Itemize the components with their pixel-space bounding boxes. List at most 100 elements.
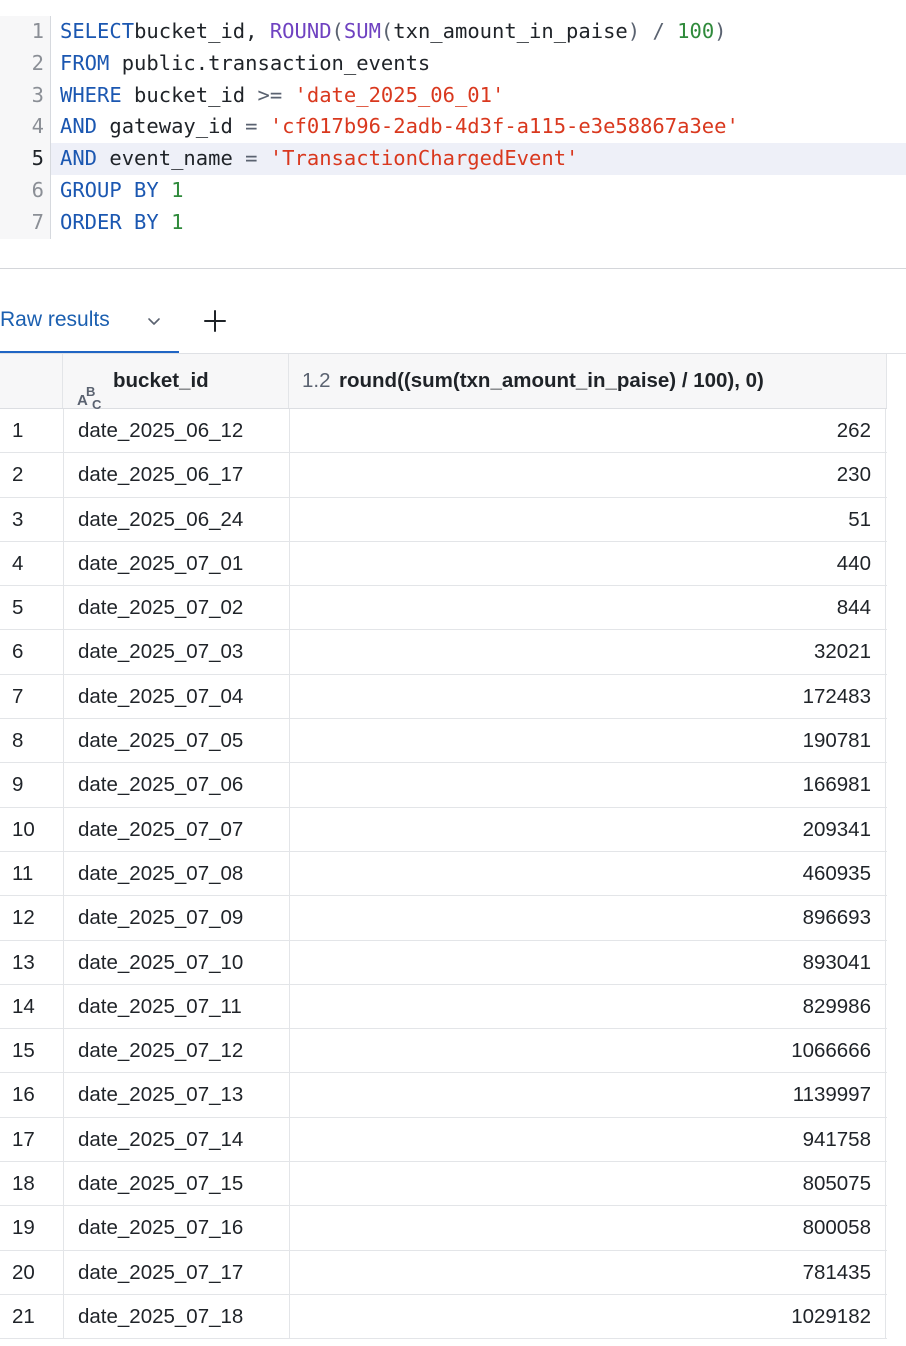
cell-round-value[interactable]: 805075	[289, 1162, 886, 1206]
sql-editor[interactable]: 1 SELECTbucket_id, ROUND(SUM(txn_amount_i…	[0, 16, 906, 239]
row-index: 14	[12, 994, 35, 1018]
code-line[interactable]: 5 AND event_name = 'TransactionChargedEve…	[0, 143, 906, 175]
table-row[interactable]: 20 date_2025_07_17 781435	[0, 1250, 887, 1295]
cell-round-value[interactable]: 440	[289, 541, 886, 586]
cell-round-value[interactable]: 941758	[289, 1117, 886, 1162]
table-row[interactable]: 11 date_2025_07_08 460935	[0, 851, 887, 897]
gutter-divider	[50, 47, 51, 80]
row-index: 7	[12, 684, 24, 708]
table-row[interactable]: 16 date_2025_07_13 1139997	[0, 1073, 887, 1118]
code-line[interactable]: 7 ORDER BY 1	[0, 206, 906, 239]
gutter-divider	[50, 111, 51, 144]
cell-round-value[interactable]: 844	[289, 586, 886, 630]
cell-round-value[interactable]: 51	[289, 497, 886, 541]
table-row[interactable]: 7 date_2025_07_04 172483	[0, 674, 887, 720]
line-number: 1	[31, 19, 44, 43]
table-row[interactable]: 5 date_2025_07_02 844	[0, 586, 887, 631]
table-row[interactable]: 2 date_2025_06_17 230	[0, 453, 887, 498]
column-header-round[interactable]: 1.2 round((sum(txn_amount_in_paise) / 10…	[289, 354, 887, 408]
table-row[interactable]: 4 date_2025_07_01 440	[0, 541, 887, 587]
cell-bucket-id[interactable]: date_2025_07_06	[63, 763, 288, 807]
code-token: FROM	[60, 50, 110, 75]
cell-bucket-id[interactable]: date_2025_07_07	[63, 807, 288, 851]
code-line[interactable]: 6 GROUP BY 1	[0, 174, 906, 207]
code-token: >=	[257, 82, 283, 107]
cell-bucket-id[interactable]: date_2025_07_16	[63, 1206, 288, 1250]
cell-bucket-id[interactable]: date_2025_07_01	[63, 541, 288, 586]
chevron-down-icon[interactable]	[147, 314, 161, 328]
cell-round-value[interactable]: 781435	[289, 1250, 886, 1294]
code-line[interactable]: 4 AND gateway_id = 'cf017b96-2adb-4d3f-a1…	[0, 111, 906, 144]
cell-bucket-id[interactable]: date_2025_07_18	[63, 1294, 288, 1339]
table-row[interactable]: 14 date_2025_07_11 829986	[0, 984, 887, 1030]
column-header-bucket-id[interactable]: ABC bucket_id	[63, 354, 289, 412]
cell-round-value[interactable]: 172483	[289, 674, 886, 719]
table-row[interactable]: 21 date_2025_07_18 1029182	[0, 1294, 887, 1340]
table-row[interactable]: 12 date_2025_07_09 896693	[0, 896, 887, 941]
cell-round-value[interactable]: 1066666	[289, 1029, 886, 1073]
cell-round-value[interactable]: 230	[289, 453, 886, 497]
plus-icon[interactable]	[200, 306, 230, 336]
cell-bucket-id[interactable]: date_2025_07_14	[63, 1117, 288, 1162]
table-row[interactable]: 8 date_2025_07_05 190781	[0, 719, 887, 764]
gutter-divider	[50, 16, 51, 48]
cell-round-value[interactable]: 1029182	[289, 1294, 886, 1339]
table-row[interactable]: 1 date_2025_06_12 262	[0, 409, 887, 454]
cell-round-value[interactable]: 209341	[289, 807, 886, 851]
code-line[interactable]: 2 FROM public.transaction_events	[0, 47, 906, 80]
code-token: gateway_id	[97, 114, 246, 139]
table-row[interactable]: 19 date_2025_07_16 800058	[0, 1206, 887, 1251]
table-row[interactable]: 10 date_2025_07_07 209341	[0, 807, 887, 852]
cell-round-value[interactable]: 896693	[289, 896, 886, 940]
code-text: SELECTbucket_id, ROUND(SUM(txn_amount_in…	[60, 16, 727, 48]
table-header: ABC bucket_id 1.2 round((sum(txn_amount_…	[0, 354, 887, 412]
code-line[interactable]: 3 WHERE bucket_id >= 'date_2025_06_01'	[0, 79, 906, 112]
cell-round-value[interactable]: 460935	[289, 851, 886, 896]
code-text: ORDER BY 1	[60, 207, 183, 239]
cell-bucket-id[interactable]: date_2025_07_15	[63, 1162, 288, 1206]
cell-bucket-id[interactable]: date_2025_07_17	[63, 1250, 288, 1294]
table-row[interactable]: 17 date_2025_07_14 941758	[0, 1117, 887, 1163]
code-line[interactable]: 1 SELECTbucket_id, ROUND(SUM(txn_amount_i…	[0, 16, 906, 48]
cell-bucket-id[interactable]: date_2025_07_02	[63, 586, 288, 630]
table-row[interactable]: 15 date_2025_07_12 1066666	[0, 1029, 887, 1074]
cell-bucket-id[interactable]: date_2025_07_08	[63, 851, 288, 896]
row-index: 17	[12, 1127, 35, 1151]
cell-round-value[interactable]: 829986	[289, 984, 886, 1029]
cell-round-value[interactable]: 1139997	[289, 1073, 886, 1117]
cell-bucket-id[interactable]: date_2025_07_12	[63, 1029, 288, 1073]
cell-bucket-id[interactable]: date_2025_07_11	[63, 984, 288, 1029]
code-text: GROUP BY 1	[60, 175, 183, 207]
string-type-icon: ABC	[77, 384, 102, 412]
cell-round-value[interactable]: 32021	[289, 630, 886, 674]
cell-round-value[interactable]: 800058	[289, 1206, 886, 1250]
row-index: 1	[12, 419, 24, 442]
cell-bucket-id[interactable]: date_2025_06_17	[63, 453, 288, 497]
cell-bucket-id[interactable]: date_2025_07_13	[63, 1073, 288, 1117]
cell-bucket-id[interactable]: date_2025_07_03	[63, 630, 288, 674]
cell-round-value[interactable]: 166981	[289, 763, 886, 807]
cell-bucket-id[interactable]: date_2025_07_05	[63, 719, 288, 763]
table-row[interactable]: 18 date_2025_07_15 805075	[0, 1162, 887, 1207]
cell-bucket-id[interactable]: date_2025_07_04	[63, 674, 288, 719]
results-tab-bar: Raw results	[0, 300, 906, 354]
table-row[interactable]: 13 date_2025_07_10 893041	[0, 940, 887, 985]
table-row[interactable]: 6 date_2025_07_03 32021	[0, 630, 887, 675]
cell-bucket-id[interactable]: date_2025_07_10	[63, 940, 288, 984]
cell-bucket-id[interactable]: date_2025_06_12	[63, 409, 288, 453]
row-index: 3	[12, 507, 24, 531]
cell-round-value[interactable]: 190781	[289, 719, 886, 763]
tab-raw-results[interactable]: Raw results	[0, 300, 179, 354]
cell-round-value[interactable]: 262	[289, 409, 886, 453]
cell-bucket-id[interactable]: date_2025_07_09	[63, 896, 288, 940]
code-token: ORDER BY	[60, 209, 159, 234]
cell-round-value[interactable]: 893041	[289, 940, 886, 984]
table-row[interactable]: 3 date_2025_06_24 51	[0, 497, 887, 542]
table-row[interactable]: 9 date_2025_07_06 166981	[0, 763, 887, 808]
cell-bucket-id[interactable]: date_2025_06_24	[63, 497, 288, 541]
line-number: 7	[31, 209, 44, 234]
